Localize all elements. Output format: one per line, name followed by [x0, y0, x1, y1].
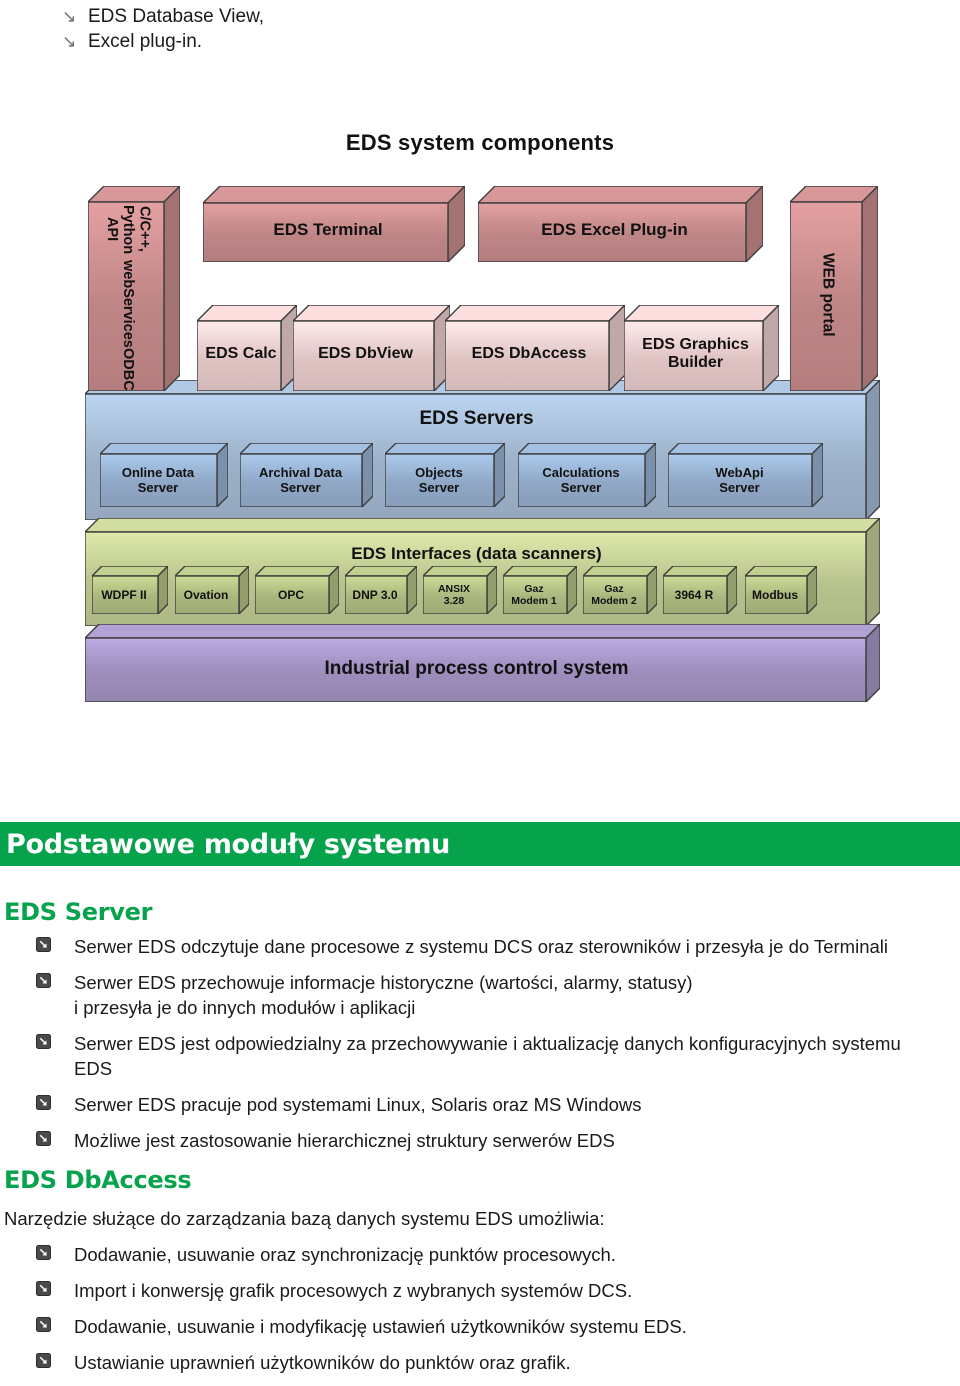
interface-box-9: Modbus	[745, 566, 817, 614]
list-item-label: Serwer EDS jest odpowiedzialny za przech…	[74, 1033, 901, 1079]
list-item: ↘ Excel plug-in.	[62, 29, 562, 54]
bullet-icon-wrap	[36, 1031, 74, 1054]
list-item-label: Ustawianie uprawnień użytkowników do pun…	[74, 1352, 571, 1373]
eds-dbaccess-heading: EDS DbAccess	[4, 1166, 192, 1194]
process-control-band-label: Industrial process control system	[324, 658, 629, 679]
bullet-icon-wrap	[36, 934, 74, 957]
list-item-label: Serwer EDS odczytuje dane procesowe z sy…	[74, 936, 888, 957]
eds-terminal-box: EDS Terminal	[203, 186, 465, 262]
eds-dbaccess-bullet-list: Dodawanie, usuwanie oraz synchronizację …	[36, 1242, 960, 1386]
eds-server-heading: EDS Server	[4, 898, 153, 926]
list-item: ↘ EDS Database View,	[62, 4, 562, 29]
web-portal-pillar-label: WEB portal	[819, 252, 837, 337]
bullet-icon-wrap	[36, 1350, 74, 1373]
list-item: Dodawanie, usuwanie oraz synchronizację …	[36, 1242, 960, 1267]
eds-dbview-box: EDS DbView	[293, 305, 450, 391]
arrow-down-right-icon: ↘	[62, 7, 77, 26]
left-api-pillar: C/C++, Python API webServices ODBC	[88, 186, 180, 391]
arrow-down-right-icon: ↘	[62, 32, 77, 51]
list-item: Import i konwersję grafik procesowych z …	[36, 1278, 960, 1303]
bullet-icon-wrap	[36, 1242, 74, 1265]
server-box-5-label: WebApi Server	[715, 465, 764, 495]
list-item: Możliwe jest zastosowanie hierarchicznej…	[36, 1128, 960, 1153]
interface-box-1: WDPF II	[92, 566, 168, 614]
server-box-4: Calculations Server	[518, 443, 656, 507]
interface-box-2: Ovation	[175, 566, 249, 614]
list-item-label: Serwer EDS pracuje pod systemami Linux, …	[74, 1094, 642, 1115]
server-box-3: Objects Server	[385, 443, 505, 507]
list-item-label: EDS Database View,	[88, 6, 265, 27]
arrow-down-right-box-icon	[36, 1034, 51, 1053]
bullet-icon-wrap	[36, 1278, 74, 1301]
eds-dbview-box-label: EDS DbView	[318, 345, 413, 362]
interface-box-4: DNP 3.0	[345, 566, 417, 614]
eds-graphics-builder-box: EDS Graphics Builder	[624, 305, 779, 391]
eds-excel-plugin-box: EDS Excel Plug-in	[478, 186, 763, 262]
arrow-down-right-box-icon	[36, 1245, 51, 1264]
eds-excel-plugin-box-label: EDS Excel Plug-in	[541, 220, 688, 239]
list-item-label: Możliwe jest zastosowanie hierarchicznej…	[74, 1130, 615, 1151]
interface-box-5: ANSIX 3.28	[423, 566, 497, 614]
eds-dbaccess-intro: Narzędzie służące do zarządzania bazą da…	[4, 1208, 605, 1229]
interface-box-3-label: OPC	[277, 588, 304, 603]
list-item: Serwer EDS przechowuje informacje histor…	[36, 970, 960, 1020]
eds-server-bullet-list: Serwer EDS odczytuje dane procesowe z sy…	[36, 934, 960, 1164]
arrow-down-right-box-icon	[36, 1281, 51, 1300]
bullet-icon-wrap	[36, 970, 74, 993]
arrow-down-right-box-icon	[36, 1131, 51, 1150]
eds-graphics-builder-box-label: EDS Graphics Builder	[642, 336, 749, 371]
bullet-icon-wrap	[36, 1314, 74, 1337]
arrow-down-right-box-icon	[36, 1095, 51, 1114]
list-item: Serwer EDS pracuje pod systemami Linux, …	[36, 1092, 960, 1117]
server-box-5: WebApi Server	[668, 443, 823, 507]
eds-calc-box: EDS Calc	[197, 305, 297, 391]
arrow-down-right-box-icon	[36, 1353, 51, 1372]
interface-box-8: 3964 R	[663, 566, 737, 614]
list-item: Serwer EDS odczytuje dane procesowe z sy…	[36, 934, 960, 959]
list-item: Dodawanie, usuwanie i modyfikację ustawi…	[36, 1314, 960, 1339]
arrow-down-right-box-icon	[36, 937, 51, 956]
interface-box-2-label: Ovation	[183, 588, 229, 603]
top-continuation-list: ↘ EDS Database View, ↘ Excel plug-in.	[62, 4, 562, 54]
eds-calc-box-label: EDS Calc	[205, 345, 277, 362]
section-title: Podstawowe moduły systemu	[6, 828, 451, 860]
list-item-label: Excel plug-in.	[88, 31, 203, 52]
interface-box-1-label: WDPF II	[101, 588, 147, 603]
eds-terminal-box-label: EDS Terminal	[273, 220, 383, 239]
interface-box-6: Gaz Modem 1	[503, 566, 577, 614]
section-header-bar: Podstawowe moduły systemu	[0, 822, 960, 866]
interface-box-7: Gaz Modem 2	[583, 566, 657, 614]
list-item-label: Dodawanie, usuwanie oraz synchronizację …	[74, 1244, 616, 1265]
server-box-1-label: Online Data Server	[121, 465, 195, 495]
interface-box-6-label: Gaz Modem 1	[511, 583, 557, 607]
web-portal-pillar: WEB portal	[790, 186, 878, 391]
list-item-label: Import i konwersję grafik procesowych z …	[74, 1280, 633, 1301]
interface-box-5-label: ANSIX 3.28	[437, 583, 471, 607]
server-box-3-label: Objects Server	[415, 465, 463, 495]
server-box-2: Archival Data Server	[240, 443, 373, 507]
arrow-down-right-box-icon	[36, 1317, 51, 1336]
server-box-2-label: Archival Data Server	[258, 465, 343, 495]
interface-box-4-label: DNP 3.0	[352, 588, 398, 603]
interface-box-8-label: 3964 R	[674, 588, 714, 603]
bullet-icon-wrap	[36, 1128, 74, 1151]
server-box-1: Online Data Server	[100, 443, 228, 507]
interface-box-9-label: Modbus	[752, 588, 798, 603]
arrow-down-right-box-icon	[36, 973, 51, 992]
list-item: Serwer EDS jest odpowiedzialny za przech…	[36, 1031, 960, 1081]
eds-dbaccess-box-label: EDS DbAccess	[471, 345, 587, 362]
interface-box-3: OPC	[255, 566, 339, 614]
eds-dbaccess-box: EDS DbAccess	[445, 305, 625, 391]
process-control-band: Industrial process control system	[85, 624, 880, 702]
bullet-icon-wrap	[36, 1092, 74, 1115]
list-item-label: Serwer EDS przechowuje informacje histor…	[74, 972, 693, 1018]
list-item: Ustawianie uprawnień użytkowników do pun…	[36, 1350, 960, 1375]
server-box-4-label: Calculations Server	[542, 465, 620, 495]
interface-box-7-label: Gaz Modem 2	[591, 583, 637, 607]
list-item-label: Dodawanie, usuwanie i modyfikację ustawi…	[74, 1316, 687, 1337]
left-api-pillar-label: C/C++, Python API webServices ODBC	[103, 204, 153, 391]
eds-system-components-diagram: EDS system components EDS Servers EDS Int…	[0, 118, 960, 708]
